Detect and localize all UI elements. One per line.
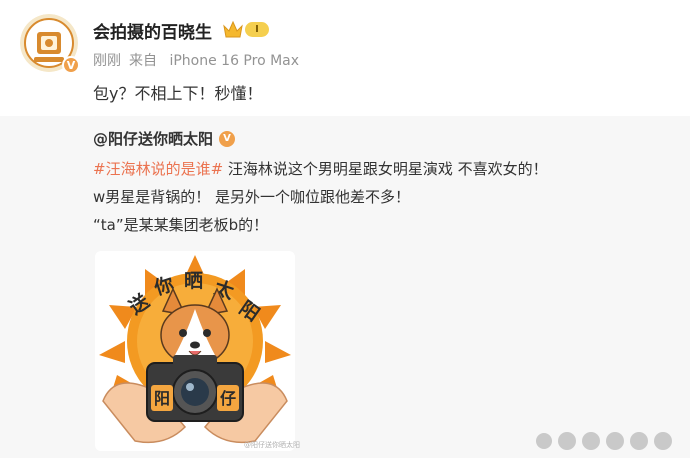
post-source-prefix: 来自 <box>129 53 157 69</box>
banner-char: 晒 <box>184 270 203 292</box>
verified-badge-icon: V <box>62 56 80 74</box>
action-row <box>536 432 672 450</box>
comment-icon[interactable] <box>558 432 576 450</box>
camera-char: 仔 <box>220 389 236 408</box>
like-icon[interactable] <box>582 432 600 450</box>
more-icon[interactable] <box>630 432 648 450</box>
repost-author-row: @阳仔送你晒太阳 V <box>93 128 236 149</box>
camera-char: 阳 <box>154 389 170 408</box>
collect-icon[interactable] <box>654 432 672 450</box>
repost-icon[interactable] <box>536 433 552 449</box>
post-source-device: iPhone 16 Pro Max <box>169 53 300 69</box>
repost-text-line: “ta”是某某集团老板b的！ <box>93 216 269 234</box>
repost-verified-badge-icon: V <box>219 130 236 147</box>
hashtag-link[interactable]: #汪海林说的是谁# <box>93 160 223 178</box>
post-meta: 刚刚 来自 iPhone 16 Pro Max <box>93 50 299 70</box>
level-badge: I <box>245 22 269 37</box>
username[interactable]: 会拍摄的百晓生 <box>93 18 212 43</box>
image-watermark: @阳仔送你晒太阳 <box>244 441 300 449</box>
repost-text-line: w男星是背锅的！ 是另外一个咖位跟他差不多！ <box>93 188 411 206</box>
share-icon[interactable] <box>606 432 624 450</box>
repost-text: 汪海林说这个男明星跟女明星演戏 不喜欢女的！ <box>223 160 548 178</box>
repost-text-line: #汪海林说的是谁# 汪海林说这个男明星跟女明星演戏 不喜欢女的！ <box>93 158 548 179</box>
repost-author[interactable]: @阳仔送你晒太阳 <box>93 128 213 149</box>
post-time: 刚刚 <box>93 53 121 69</box>
repost-image[interactable]: 送 你 晒 太 阳 阳 仔 <box>95 251 295 451</box>
post-text: 包y？不相上下！秒懂！ <box>93 84 263 103</box>
sunshine-corgi-logo-icon: 送 你 晒 太 阳 阳 仔 <box>99 255 291 444</box>
crown-icon <box>223 20 243 38</box>
